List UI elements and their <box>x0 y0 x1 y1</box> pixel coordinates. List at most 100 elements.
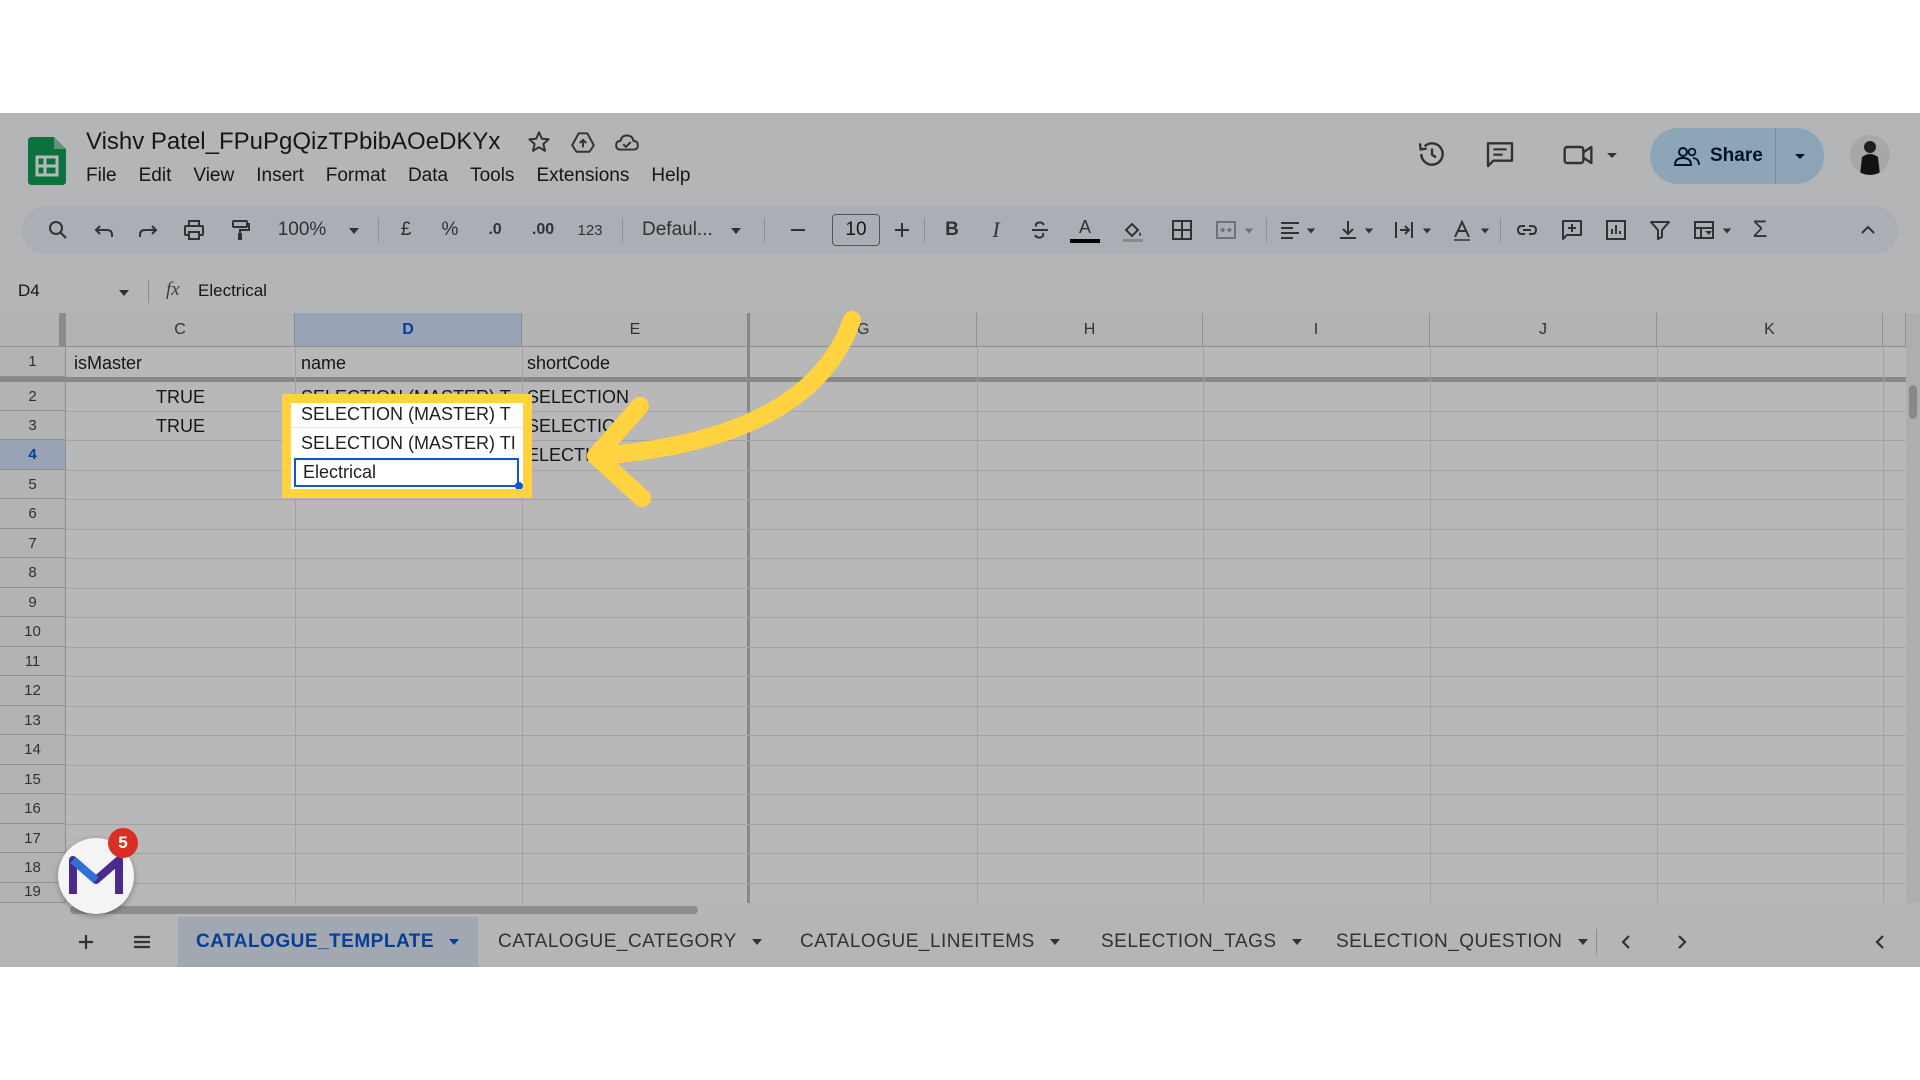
move-to-drive-icon[interactable] <box>570 129 596 155</box>
tab-menu-icon[interactable] <box>448 936 460 948</box>
row-header-2[interactable]: 2 <box>0 382 66 411</box>
increase-font-size-icon[interactable] <box>890 218 914 242</box>
column-header-c[interactable]: C <box>66 313 295 347</box>
insert-comment-icon[interactable] <box>1560 218 1584 242</box>
column-header-i[interactable]: I <box>1203 313 1430 347</box>
side-panel-toggle-icon[interactable] <box>1868 930 1892 954</box>
number-format-button[interactable]: 123 <box>572 218 608 242</box>
menu-help[interactable]: Help <box>640 165 701 187</box>
row-header-17[interactable]: 17 <box>0 824 66 853</box>
name-box-dropdown-icon[interactable] <box>118 287 130 299</box>
merge-dropdown-icon[interactable] <box>1244 226 1254 236</box>
cloud-saved-icon[interactable] <box>614 129 640 155</box>
text-wrapping-icon[interactable] <box>1392 218 1416 242</box>
font-size-input[interactable]: 10 <box>832 214 880 246</box>
select-all-corner[interactable] <box>0 313 66 347</box>
column-header-next[interactable] <box>1883 313 1906 347</box>
version-history-icon[interactable] <box>1416 138 1448 170</box>
filter-icon[interactable] <box>1648 218 1672 242</box>
tab-menu-icon[interactable] <box>1577 936 1589 948</box>
cell-c3[interactable]: TRUE <box>66 412 295 440</box>
share-dropdown[interactable] <box>1776 148 1824 164</box>
menu-data[interactable]: Data <box>397 165 459 187</box>
valign-dropdown-icon[interactable] <box>1364 226 1374 236</box>
italic-button[interactable]: I <box>984 217 1008 242</box>
fill-color-icon[interactable] <box>1120 218 1146 242</box>
decrease-decimal-button[interactable]: .0 <box>480 218 510 242</box>
row-header-14[interactable]: 14 <box>0 735 66 765</box>
paint-format-icon[interactable] <box>228 218 252 242</box>
cell-c2[interactable]: TRUE <box>66 383 295 411</box>
menu-insert[interactable]: Insert <box>245 165 315 187</box>
all-sheets-icon[interactable] <box>130 930 154 954</box>
sheet-tab-selection-question[interactable]: SELECTION_QUESTION <box>1336 917 1589 967</box>
row-header-16[interactable]: 16 <box>0 794 66 824</box>
vertical-scroll-thumb[interactable] <box>1909 385 1917 419</box>
text-rotation-icon[interactable] <box>1450 218 1474 242</box>
document-title[interactable]: Vishv Patel_FPuPgQizTPbibAOeDKYx <box>86 128 500 156</box>
scroll-tabs-right-icon[interactable] <box>1670 930 1694 954</box>
menu-extensions[interactable]: Extensions <box>525 165 640 187</box>
add-sheet-icon[interactable] <box>74 930 98 954</box>
star-icon[interactable] <box>526 129 552 155</box>
horizontal-scrollbar[interactable] <box>0 903 1920 917</box>
insert-chart-icon[interactable] <box>1604 218 1628 242</box>
column-header-d[interactable]: D <box>295 313 522 347</box>
google-sheets-logo[interactable] <box>28 137 66 185</box>
sheet-tab-selection-tags[interactable]: SELECTION_TAGS <box>1101 917 1303 967</box>
row-header-13[interactable]: 13 <box>0 706 66 735</box>
row-header-3[interactable]: 3 <box>0 411 66 440</box>
tab-menu-icon[interactable] <box>1291 936 1303 948</box>
print-icon[interactable] <box>182 218 206 242</box>
bold-button[interactable]: B <box>940 218 964 242</box>
menu-file[interactable]: File <box>86 165 128 187</box>
tab-menu-icon[interactable] <box>751 936 763 948</box>
vertical-scrollbar[interactable] <box>1906 313 1920 903</box>
row-header-15[interactable]: 15 <box>0 765 66 794</box>
row-header-8[interactable]: 8 <box>0 558 66 588</box>
menu-tools[interactable]: Tools <box>459 165 525 187</box>
name-box[interactable]: D4 <box>18 281 40 301</box>
row-header-10[interactable]: 10 <box>0 617 66 647</box>
user-avatar[interactable] <box>1850 135 1890 175</box>
meet-dropdown-icon[interactable] <box>1604 147 1620 163</box>
vertical-align-icon[interactable] <box>1336 218 1360 242</box>
wrap-dropdown-icon[interactable] <box>1422 226 1432 236</box>
zoom-select[interactable]: 100% <box>274 218 330 242</box>
redo-icon[interactable] <box>136 218 160 242</box>
filter-views-dropdown-icon[interactable] <box>1722 226 1732 236</box>
menu-edit[interactable]: Edit <box>128 165 183 187</box>
share-button[interactable]: Share <box>1650 128 1776 184</box>
undo-icon[interactable] <box>92 218 116 242</box>
row-header-9[interactable]: 9 <box>0 588 66 617</box>
horizontal-scroll-thumb[interactable] <box>70 906 698 914</box>
rotation-dropdown-icon[interactable] <box>1480 226 1490 236</box>
row-header-12[interactable]: 12 <box>0 676 66 706</box>
decrease-font-size-icon[interactable] <box>786 218 810 242</box>
filter-views-icon[interactable] <box>1690 218 1718 242</box>
row-header-6[interactable]: 6 <box>0 499 66 529</box>
font-dropdown-icon[interactable] <box>730 225 742 237</box>
strikethrough-icon[interactable] <box>1028 218 1052 242</box>
borders-icon[interactable] <box>1170 218 1194 242</box>
sheet-tab-catalogue-category[interactable]: CATALOGUE_CATEGORY <box>498 917 763 967</box>
column-header-j[interactable]: J <box>1430 313 1657 347</box>
formula-input[interactable]: Electrical <box>198 281 267 301</box>
horizontal-align-icon[interactable] <box>1278 218 1302 242</box>
sheet-tab-catalogue-template[interactable]: CATALOGUE_TEMPLATE <box>178 917 479 967</box>
row-header-4[interactable]: 4 <box>0 440 66 470</box>
row-header-19[interactable]: 19 <box>0 883 66 903</box>
comments-icon[interactable] <box>1484 138 1516 170</box>
row-header-5[interactable]: 5 <box>0 470 66 499</box>
row-header-1[interactable]: 1 <box>0 347 66 377</box>
merge-cells-icon[interactable] <box>1214 218 1238 242</box>
align-dropdown-icon[interactable] <box>1306 226 1316 236</box>
row-header-7[interactable]: 7 <box>0 529 66 558</box>
menu-view[interactable]: View <box>182 165 245 187</box>
meet-camera-icon[interactable] <box>1562 140 1594 170</box>
tab-menu-icon[interactable] <box>1049 936 1061 948</box>
insert-link-icon[interactable] <box>1514 218 1540 242</box>
frozen-row-divider[interactable] <box>0 377 1906 382</box>
text-color-button[interactable]: A <box>1068 215 1102 245</box>
row-header-18[interactable]: 18 <box>0 853 66 883</box>
